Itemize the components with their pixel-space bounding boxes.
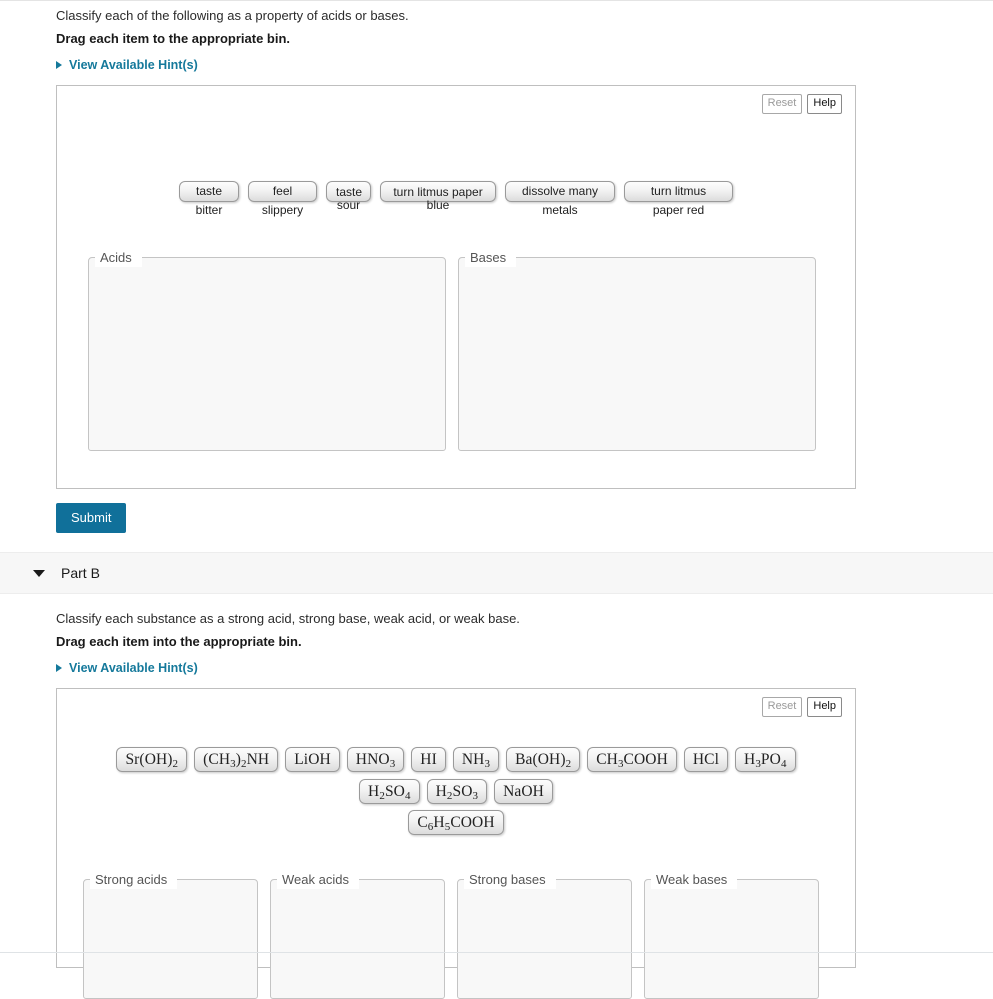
draggable-item-label: CH3COOH (596, 751, 668, 770)
part-a-section: Classify each of the following as a prop… (0, 0, 993, 533)
page-top-divider (0, 0, 993, 1)
drop-bin-label: Strong acids (90, 871, 178, 889)
draggable-item-label: LiOH (294, 751, 331, 768)
draggable-item[interactable]: turn litmus paper red (624, 181, 733, 217)
part-b-help-button[interactable]: Help (807, 697, 842, 717)
drop-bin-label: Strong bases (464, 871, 556, 889)
drop-bin[interactable]: Strong bases (457, 871, 632, 999)
draggable-item-label: H2SO4 (368, 783, 411, 802)
draggable-item-label: HI (420, 751, 437, 768)
draggable-item[interactable]: H2SO3 (426, 779, 488, 804)
part-b-header[interactable]: Part B (0, 552, 993, 594)
draggable-item-label: HCl (692, 751, 720, 768)
draggable-item-label: H2SO3 (435, 783, 479, 802)
draggable-item-label: dissolve many metals (521, 184, 599, 217)
part-a-submit-button[interactable]: Submit (56, 503, 127, 533)
draggable-item-label: Sr(OH)2 (125, 751, 179, 770)
draggable-item-label: Ba(OH)2 (515, 751, 572, 770)
part-a-bin-row: Acids Bases (57, 249, 855, 451)
draggable-item[interactable]: NH3 (452, 747, 500, 772)
part-b-hint-row[interactable]: View Available Hint(s) (56, 650, 993, 675)
draggable-item[interactable]: dissolve many metals (505, 181, 615, 217)
chevron-right-icon (56, 664, 62, 672)
drop-bin[interactable]: Strong acids (83, 871, 258, 999)
draggable-item-label: H3PO4 (744, 751, 787, 770)
draggable-item[interactable]: feel slippery (248, 181, 317, 217)
part-b-prompt: Classify each substance as a strong acid… (56, 611, 520, 626)
drop-bin[interactable]: Weak acids (270, 871, 445, 999)
draggable-item-label: feel slippery (261, 184, 304, 217)
part-b-item-tray-row1: Sr(OH)2 (CH3)2NH LiOH HNO3 HI NH3 Ba(OH)2 CH3CO… (57, 747, 855, 804)
part-a-help-button[interactable]: Help (807, 94, 842, 114)
draggable-item[interactable]: HI (411, 747, 446, 772)
part-a-answer-box: Reset Help taste bitter feel slippery tast… (56, 85, 856, 489)
drop-bin-label: Bases (465, 249, 517, 267)
part-a-body: Classify each of the following as a prop… (0, 0, 993, 533)
part-b-view-hints-link[interactable]: View Available Hint(s) (69, 661, 198, 675)
part-b-item-tray-row2: C6H5COOH (57, 810, 855, 835)
draggable-item[interactable]: (CH3)2NH (194, 747, 279, 772)
part-b-instruction: Drag each item into the appropriate bin. (56, 634, 302, 649)
draggable-item-label: turn litmus paper blue (393, 185, 483, 212)
part-a-instruction: Drag each item to the appropriate bin. (56, 31, 291, 46)
part-b-reset-button[interactable]: Reset (761, 697, 803, 717)
drop-bin-label: Acids (95, 249, 142, 267)
drop-bin-label: Weak bases (651, 871, 738, 889)
part-b-tools: Reset Help (761, 697, 842, 717)
draggable-item-label: C6H5COOH (417, 814, 495, 833)
draggable-item[interactable]: NaOH (494, 779, 553, 804)
draggable-item[interactable]: taste bitter (179, 181, 239, 217)
draggable-item[interactable]: H3PO4 (735, 747, 796, 772)
draggable-item[interactable]: H2SO4 (359, 779, 420, 804)
part-a-hint-row[interactable]: View Available Hint(s) (56, 47, 993, 72)
part-a-prompt: Classify each of the following as a prop… (56, 8, 409, 23)
part-a-reset-button[interactable]: Reset (761, 94, 803, 114)
drop-bin[interactable]: Weak bases (644, 871, 819, 999)
draggable-item[interactable]: Sr(OH)2 (116, 747, 188, 772)
draggable-item[interactable]: Ba(OH)2 (506, 747, 581, 772)
draggable-item[interactable]: HNO3 (346, 747, 405, 772)
draggable-item[interactable]: taste sour (326, 181, 371, 212)
draggable-item-label: NaOH (503, 783, 544, 800)
draggable-item-label: HNO3 (355, 751, 396, 770)
draggable-item-label: taste sour (336, 185, 363, 212)
draggable-item[interactable]: turn litmus paper blue (380, 181, 496, 212)
drop-bin-label: Weak acids (277, 871, 359, 889)
page-bottom-divider (0, 952, 993, 953)
chevron-right-icon (56, 61, 62, 69)
part-a-item-tray: taste bitter feel slippery taste sour turn … (57, 181, 855, 217)
drop-bin[interactable]: Bases (458, 249, 816, 451)
draggable-item[interactable]: HCl (683, 747, 729, 772)
draggable-item-label: turn litmus paper red (650, 184, 707, 217)
part-b-body: Classify each substance as a strong acid… (0, 594, 993, 999)
part-b-section: Classify each substance as a strong acid… (0, 594, 993, 999)
draggable-item[interactable]: C6H5COOH (408, 810, 504, 835)
part-b-answer-box: Reset Help Sr(OH)2 (CH3)2NH LiOH HNO3 HI NH3 B… (56, 688, 856, 999)
draggable-item-label: NH3 (461, 751, 491, 770)
draggable-item-label: (CH3)2NH (203, 751, 270, 770)
drop-bin[interactable]: Acids (88, 249, 446, 451)
part-a-view-hints-link[interactable]: View Available Hint(s) (69, 58, 198, 72)
draggable-item-label: taste bitter (195, 184, 223, 217)
part-b-title: Part B (61, 565, 100, 581)
draggable-item[interactable]: CH3COOH (587, 747, 677, 772)
chevron-down-icon[interactable] (33, 569, 45, 577)
part-a-tools: Reset Help (761, 94, 842, 114)
draggable-item[interactable]: LiOH (285, 747, 340, 772)
part-b-bin-row: Strong acids Weak acids Strong bases Weak b… (57, 871, 855, 999)
